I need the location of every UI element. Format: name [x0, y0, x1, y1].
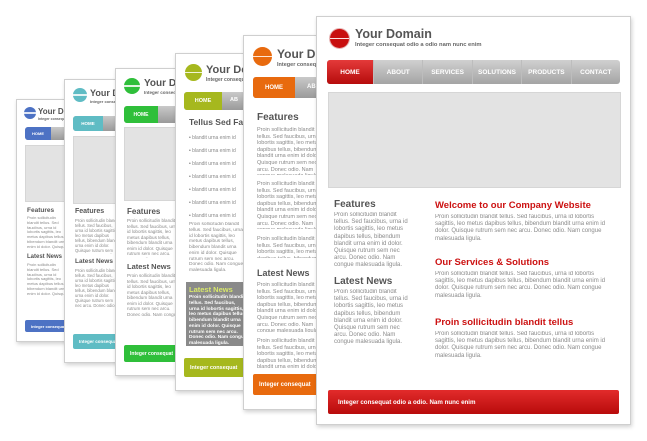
body-text: Proin sollicitudin blandit tellus. Sed f…	[257, 236, 325, 258]
logo-icon	[24, 107, 36, 119]
tagline: Integer consequat odio a odio nam nunc e…	[355, 42, 482, 48]
brand-name: Your Domain	[355, 27, 432, 41]
news-text: Proin sollicitudin blandit tellus. Sed f…	[189, 295, 247, 346]
nav-services[interactable]: SERVICES	[422, 60, 471, 84]
news-heading: Latest News	[334, 276, 393, 287]
news-heading: Latest News	[75, 258, 113, 265]
tellus-heading: Tellus Sed Fau	[189, 117, 249, 127]
welcome-heading: Welcome to our Company Website	[435, 200, 591, 211]
footer-bar: Integer consequat odio a odio. Nam nunc …	[328, 390, 619, 414]
list-item: blandit urna enim id	[189, 171, 236, 184]
logo-icon	[124, 78, 140, 94]
news-heading: Latest News	[257, 268, 310, 278]
services-heading: Our Services & Solutions	[435, 257, 550, 268]
nav-about-partial[interactable]: AB	[307, 84, 316, 90]
features-text: Proin sollicitudin blandit tellus. Sed f…	[257, 127, 325, 175]
services-text: Proin sollicitudin blandit tellus. Sed f…	[435, 271, 606, 299]
nav-home[interactable]: HOME	[253, 77, 295, 98]
nav-home[interactable]: HOME	[327, 60, 373, 84]
news-heading: Latest News	[27, 254, 63, 260]
nav-home[interactable]: HOME	[124, 106, 158, 123]
features-text: Proin sollicitudin blandit tellus. Sed f…	[127, 218, 179, 258]
nav-about[interactable]: ABOUT	[373, 60, 422, 84]
latest-news-box: Latest News Proin sollicitudin blandit t…	[186, 282, 250, 346]
banner	[328, 92, 621, 188]
list-item: blandit urna enim id	[189, 184, 236, 197]
list-item: blandit urna enim id	[189, 132, 236, 145]
features-heading: Features	[257, 112, 299, 123]
logo-icon	[253, 47, 272, 66]
nav-home[interactable]: HOME	[184, 92, 222, 110]
features-heading: Features	[75, 208, 105, 215]
nav-solutions[interactable]: SOLUTIONS	[471, 60, 521, 84]
news-text: Proin sollicitudin blandit tellus. Sed f…	[257, 282, 325, 332]
logo-icon	[329, 28, 350, 49]
list-item: blandit urna enim id	[189, 197, 236, 210]
nav-contact[interactable]: CONTACT	[570, 60, 620, 84]
features-heading: Features	[334, 199, 376, 210]
nav-home[interactable]: HOME	[25, 127, 51, 140]
list-item: blandit urna enim id	[189, 145, 236, 158]
proin-heading: Proin sollicitudin blandit tellus	[435, 317, 574, 328]
features-heading: Features	[27, 207, 55, 214]
logo-icon	[73, 88, 87, 102]
logo-icon	[185, 64, 202, 81]
news-text: Proin sollicitudin blandit tellus. Sed f…	[75, 268, 119, 308]
nav-products[interactable]: PRODUCTS	[521, 60, 570, 84]
news-heading: Latest News	[127, 262, 171, 271]
news-text: Proin sollicitudin blandit tellus. Sed f…	[334, 289, 408, 346]
news-heading: Latest News	[189, 285, 233, 294]
body-text: Proin sollicitudin blandit tellus. Sed f…	[189, 222, 244, 273]
body-text: Proin sollicitudin blandit tellus. Sed f…	[257, 181, 325, 229]
nav-about-partial[interactable]: AB	[230, 97, 238, 103]
nav-home[interactable]: HOME	[73, 116, 103, 131]
nav-bar[interactable]: HOME ABOUT SERVICES SOLUTIONS PRODUCTS C…	[327, 60, 620, 84]
features-text: Proin sollicitudin blandit tellus. Sed f…	[334, 212, 408, 269]
features-heading: Features	[127, 207, 161, 216]
news-text: Proin sollicitudin blandit tellus. Sed f…	[27, 263, 67, 297]
features-text: Proin sollicitudin blandit tellus. Sed f…	[27, 216, 67, 250]
news-text: Proin sollicitudin blandit tellus. Sed f…	[127, 273, 179, 317]
template-preview-red[interactable]: Your Domain Integer consequat odio a odi…	[316, 16, 631, 425]
features-text: Proin sollicitudin blandit tellus. Sed f…	[75, 218, 119, 254]
bullet-list: blandit urna enim id blandit urna enim i…	[189, 132, 236, 223]
news-text-2: Proin sollicitudin blandit tellus. Sed f…	[257, 338, 325, 368]
proin-text: Proin sollicitudin blandit tellus. Sed f…	[435, 331, 606, 359]
list-item: blandit urna enim id	[189, 158, 236, 171]
welcome-text: Proin sollicitudin blandit tellus. Sed f…	[435, 214, 606, 242]
